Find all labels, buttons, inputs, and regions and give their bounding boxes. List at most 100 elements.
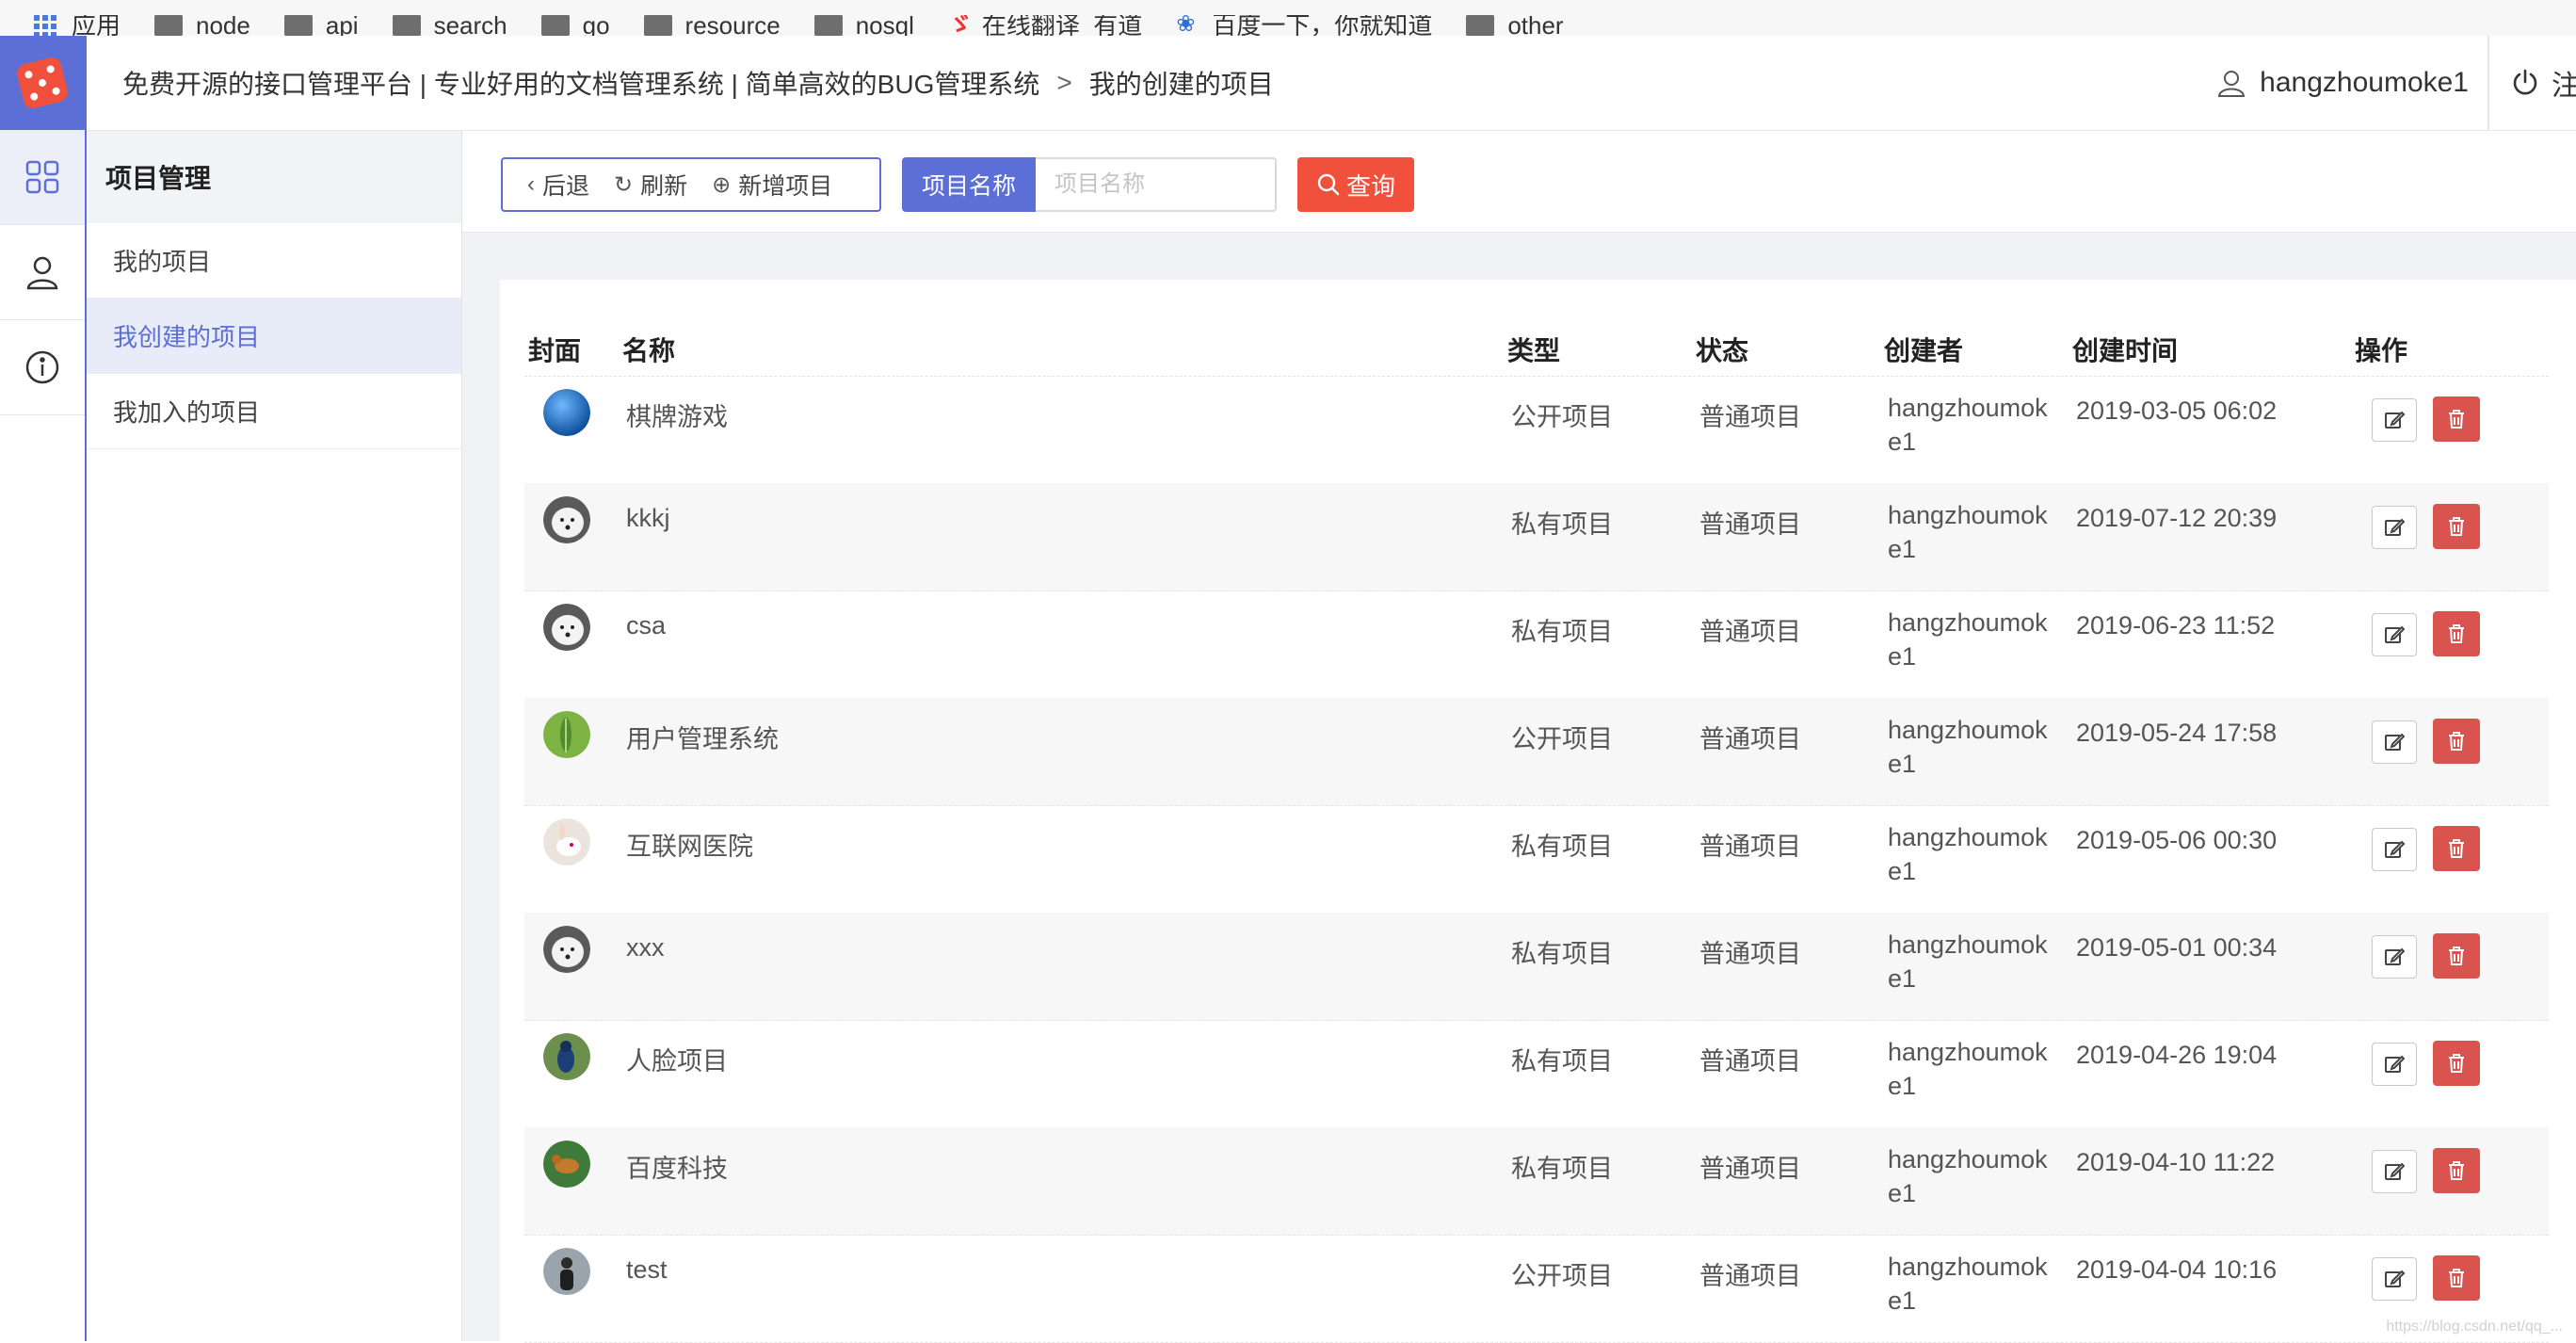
project-name[interactable]: 百度科技 bbox=[626, 1148, 728, 1185]
project-name[interactable]: csa bbox=[626, 611, 666, 640]
delete-button[interactable] bbox=[2433, 826, 2480, 871]
folder-icon bbox=[1466, 15, 1495, 36]
bookmark-item[interactable]: api bbox=[283, 15, 359, 36]
table-row[interactable]: kkkj 私有项目 普通项目 hangzhoumoke1 2019-07-12 20:3… bbox=[524, 483, 2549, 591]
project-type: 私有项目 bbox=[1511, 833, 1613, 861]
sidebar-item-joined-projects[interactable]: 我加入的项目 bbox=[87, 374, 461, 449]
app-logo[interactable] bbox=[0, 36, 85, 130]
project-status: 普通项目 bbox=[1699, 940, 1801, 968]
project-type: 公开项目 bbox=[1511, 1262, 1613, 1290]
table-row[interactable]: 棋牌游戏 公开项目 普通项目 hangzhoumoke1 2019-03-05 06:0… bbox=[524, 376, 2549, 484]
youdao-icon: ゞ bbox=[947, 15, 973, 36]
add-project-button[interactable]: ⊕ 新增项目 bbox=[712, 168, 832, 202]
rail-projects-button[interactable] bbox=[0, 130, 85, 225]
edit-button[interactable] bbox=[2372, 398, 2417, 442]
project-creator: hangzhoumoke1 bbox=[1888, 823, 2048, 885]
add-project-label: 新增项目 bbox=[738, 173, 833, 200]
table-row[interactable]: xxx 私有项目 普通项目 hangzhoumoke1 2019-05-01 00:34 bbox=[524, 913, 2549, 1021]
rail-user-button[interactable] bbox=[0, 225, 85, 320]
table-row[interactable]: 用户管理系统 公开项目 普通项目 hangzhoumoke1 2019-05-24 17… bbox=[524, 698, 2549, 806]
table-row[interactable]: test 公开项目 普通项目 hangzhoumoke1 2019-04-04 10:1… bbox=[524, 1235, 2549, 1343]
bookmark-item[interactable]: nosql bbox=[813, 15, 914, 36]
logout-button[interactable]: 注销 bbox=[2489, 62, 2576, 104]
bookmark-label: 百度一下，你就知道 bbox=[1212, 15, 1433, 36]
project-status: 普通项目 bbox=[1699, 1155, 1801, 1183]
project-name-input[interactable] bbox=[1036, 157, 1277, 212]
info-icon bbox=[25, 350, 59, 384]
project-cover-image bbox=[543, 1033, 590, 1080]
delete-button[interactable] bbox=[2433, 396, 2480, 442]
breadcrumb-main[interactable]: 免费开源的接口管理平台 | 专业好用的文档管理系统 | 简单高效的BUG管理系统 bbox=[122, 64, 1039, 102]
top-header: 免费开源的接口管理平台 | 专业好用的文档管理系统 | 简单高效的BUG管理系统… bbox=[87, 36, 2576, 131]
rail-info-button[interactable] bbox=[0, 320, 85, 415]
edit-button[interactable] bbox=[2372, 720, 2417, 764]
delete-button[interactable] bbox=[2433, 1148, 2480, 1193]
trash-icon bbox=[2449, 517, 2464, 536]
project-created-time: 2019-05-01 00:34 bbox=[2076, 933, 2278, 962]
user-menu[interactable]: hangzhoumoke1 bbox=[2216, 36, 2489, 130]
bookmark-item[interactable]: other bbox=[1466, 15, 1564, 36]
project-cover-image bbox=[543, 926, 590, 973]
toolbar: ‹ 后退 ↻ 刷新 ⊕ 新增项目 项目名称 查询 bbox=[462, 131, 2576, 233]
edit-button[interactable] bbox=[2372, 1043, 2417, 1086]
edit-icon bbox=[2385, 947, 2406, 965]
sidebar-item-created-projects[interactable]: 我创建的项目 bbox=[87, 299, 461, 374]
grid-icon bbox=[25, 160, 59, 194]
edit-icon bbox=[2385, 1270, 2406, 1287]
project-name[interactable]: 互联网医院 bbox=[626, 826, 753, 863]
project-cover-image bbox=[543, 389, 590, 436]
project-name[interactable]: 用户管理系统 bbox=[626, 719, 779, 755]
column-type: 类型 bbox=[1507, 336, 1561, 365]
table-row[interactable]: 百度科技 私有项目 普通项目 hangzhoumoke1 2019-04-10 11:2… bbox=[524, 1127, 2549, 1236]
delete-button[interactable] bbox=[2433, 1255, 2480, 1301]
edit-button[interactable] bbox=[2372, 613, 2417, 656]
bookmark-label: search bbox=[433, 15, 507, 36]
query-button[interactable]: 查询 bbox=[1297, 157, 1414, 212]
delete-button[interactable] bbox=[2433, 504, 2480, 549]
delete-button[interactable] bbox=[2433, 1041, 2480, 1086]
table-row[interactable]: 互联网医院 私有项目 普通项目 hangzhoumoke1 2019-05-06 00:… bbox=[524, 805, 2549, 914]
bookmark-item[interactable]: resource bbox=[643, 15, 781, 36]
user-icon bbox=[2218, 71, 2246, 97]
bookmark-item[interactable]: ゞ在线翻译_有道 bbox=[948, 15, 1142, 36]
trash-icon bbox=[2449, 1269, 2464, 1287]
breadcrumb-current: 我的创建的项目 bbox=[1088, 70, 1274, 99]
edit-button[interactable] bbox=[2372, 506, 2417, 549]
column-cover: 封面 bbox=[528, 336, 582, 365]
delete-button[interactable] bbox=[2433, 611, 2480, 656]
project-name[interactable]: kkkj bbox=[626, 504, 670, 533]
bookmark-item[interactable]: search bbox=[392, 15, 507, 36]
project-name[interactable]: 棋牌游戏 bbox=[626, 396, 728, 433]
edit-button[interactable] bbox=[2372, 1150, 2417, 1193]
project-name[interactable]: 人脸项目 bbox=[626, 1041, 728, 1077]
edit-button[interactable] bbox=[2372, 1257, 2417, 1301]
bookmark-item[interactable]: go bbox=[540, 15, 610, 36]
project-name[interactable]: xxx bbox=[626, 933, 665, 963]
table-row[interactable]: csa 私有项目 普通项目 hangzhoumoke1 2019-06-23 11:52 bbox=[524, 591, 2549, 699]
refresh-label: 刷新 bbox=[640, 173, 688, 200]
bookmark-item[interactable]: ❀ 百度一下，你就知道 bbox=[1176, 15, 1432, 36]
back-button[interactable]: ‹ 后退 bbox=[527, 168, 589, 202]
project-name[interactable]: test bbox=[626, 1255, 668, 1285]
table-row[interactable]: 人脸项目 私有项目 普通项目 hangzhoumoke1 2019-04-26 19:0… bbox=[524, 1020, 2549, 1128]
project-creator: hangzhoumoke1 bbox=[1888, 930, 2048, 993]
refresh-button[interactable]: ↻ 刷新 bbox=[614, 168, 687, 202]
project-status: 普通项目 bbox=[1699, 1262, 1801, 1290]
bookmark-label: api bbox=[325, 15, 359, 36]
bookmark-label: node bbox=[196, 15, 250, 36]
project-creator: hangzhoumoke1 bbox=[1888, 394, 2048, 456]
project-type: 私有项目 bbox=[1511, 618, 1613, 646]
bookmark-item[interactable]: node bbox=[154, 15, 250, 36]
edit-button[interactable] bbox=[2372, 828, 2417, 871]
trash-icon bbox=[2449, 839, 2464, 858]
back-label: 后退 bbox=[542, 173, 590, 200]
project-creator: hangzhoumoke1 bbox=[1888, 716, 2048, 778]
chevron-left-icon: ‹ bbox=[527, 171, 535, 197]
trash-icon bbox=[2449, 947, 2464, 965]
project-creator: hangzhoumoke1 bbox=[1888, 1038, 2048, 1100]
sidebar-item-my-projects[interactable]: 我的项目 bbox=[87, 223, 461, 299]
edit-button[interactable] bbox=[2372, 935, 2417, 979]
delete-button[interactable] bbox=[2433, 933, 2480, 979]
bookmark-item[interactable]: 应用 bbox=[34, 15, 121, 36]
delete-button[interactable] bbox=[2433, 719, 2480, 764]
